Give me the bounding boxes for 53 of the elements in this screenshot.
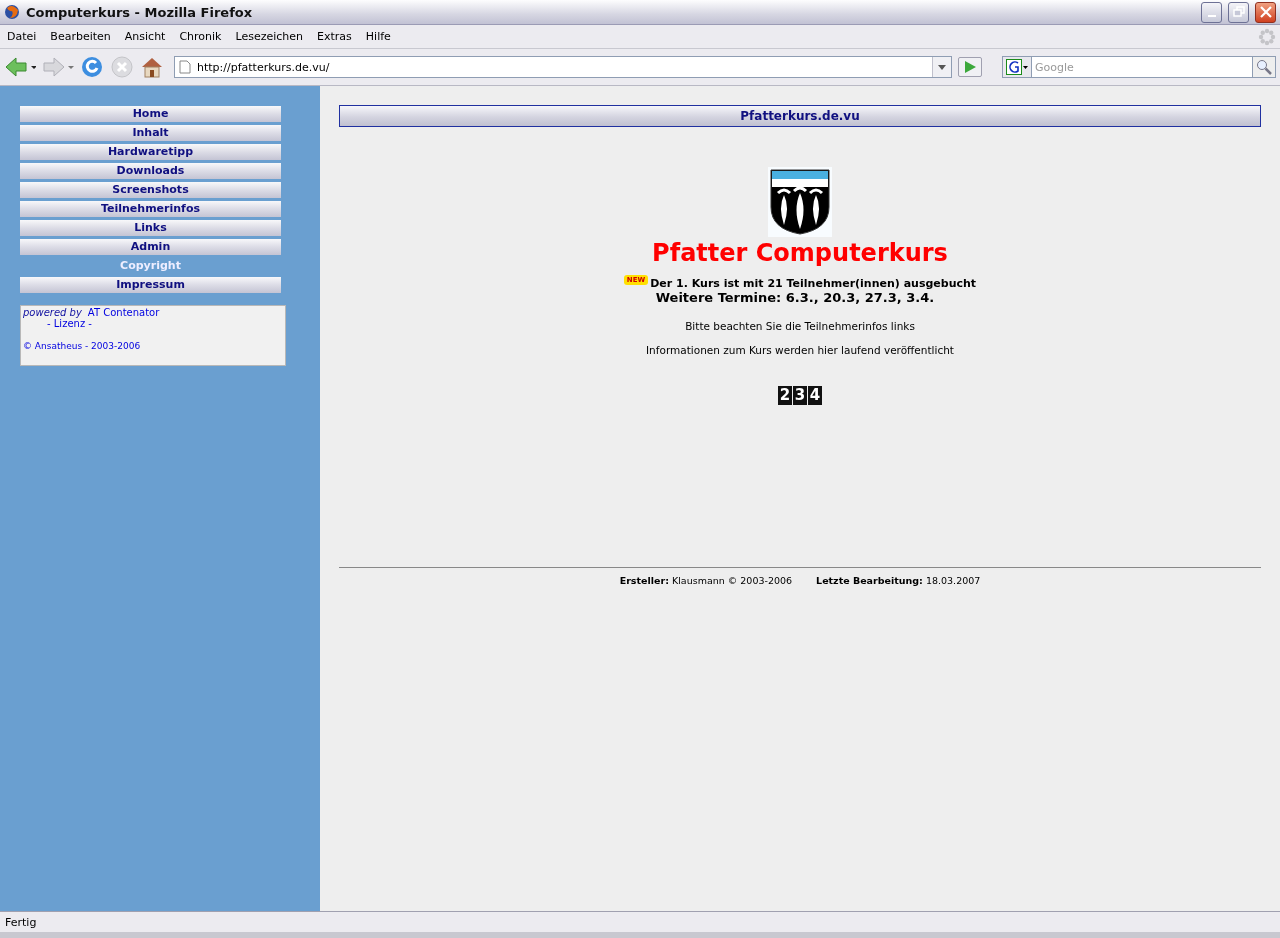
copyright-text: © Ansatheus - 2003-2006 [23,341,142,351]
dates-text: Weitere Termine: 6.3., 20.3, 27.3, 3.4. [655,290,935,305]
firefox-logo-icon [4,4,20,20]
site-header: Pfatterkurs.de.vu [339,105,1261,127]
nav-link[interactable]: Links [20,220,281,236]
nav-link[interactable]: Hardwaretipp [20,144,281,160]
license-link[interactable]: - Lizenz - [47,318,283,329]
history-dropdown-icon[interactable] [932,57,951,77]
nav-link[interactable]: Teilnehmerinfos [20,201,281,217]
info-text: Bitte beachten Sie die Teilnehmerinfos links [685,320,915,332]
coat-of-arms-drawing [768,167,832,237]
page-icon [179,60,191,74]
nav-link[interactable]: Impressum [20,277,281,293]
close-icon [1259,6,1272,18]
minimize-icon [1207,15,1216,17]
powered-by-label: powered by [23,307,82,318]
minimize-button[interactable] [1201,1,1222,23]
play-icon [964,61,976,73]
search-field[interactable]: Google [1032,56,1252,78]
announcement-text: Der 1. Kurs ist mit 21 Teilnehmer(innen) ausgebucht [650,277,977,290]
address-bar[interactable]: http://pfatterkurs.de.vu/ [174,56,952,78]
menu-item[interactable]: Bearbeiten [43,30,118,43]
counter-digit: 3 [793,386,807,405]
reload-button[interactable] [80,55,104,79]
nav-link[interactable]: Downloads [20,163,281,179]
restore-button[interactable] [1228,1,1249,23]
url-field[interactable]: http://pfatterkurs.de.vu/ [195,59,932,75]
nav-link[interactable]: Home [20,106,281,122]
window-title: Computerkurs - Mozilla Firefox [26,4,254,20]
counter-digit: 4 [808,386,822,405]
info-text: Informationen zum Kurs werden hier laufend veröffentlicht [646,344,954,356]
nav-link[interactable]: Screenshots [20,182,281,198]
menu-item[interactable]: Datei [0,30,44,43]
nav-link[interactable]: Inhalt [20,125,281,141]
close-button[interactable] [1255,1,1276,23]
go-button[interactable] [958,57,982,77]
nav-link[interactable]: Admin [20,239,281,255]
menu-item[interactable]: Lesezeichen [228,30,311,43]
page-title: Pfatter Computerkurs [652,239,948,267]
search-button[interactable] [1252,56,1276,78]
counter-digit: 2 [778,386,792,405]
restore-icon [1232,6,1245,18]
menu-item[interactable]: Chronik [172,30,229,43]
status-text: Fertig [5,915,37,929]
menu-item[interactable]: Hilfe [358,30,398,43]
home-button[interactable] [140,55,164,79]
menu-item[interactable]: Extras [310,30,359,43]
footer-text: Ersteller: Klausmann © 2003-2006 [619,575,793,586]
footer-text: Letzte Bearbeitung: 18.03.2007 [816,575,981,586]
back-button[interactable] [4,55,36,79]
product-link[interactable]: AT Contenator [87,307,160,318]
search-engine-button[interactable] [1002,56,1032,78]
menu-item[interactable]: Ansicht [117,30,173,43]
